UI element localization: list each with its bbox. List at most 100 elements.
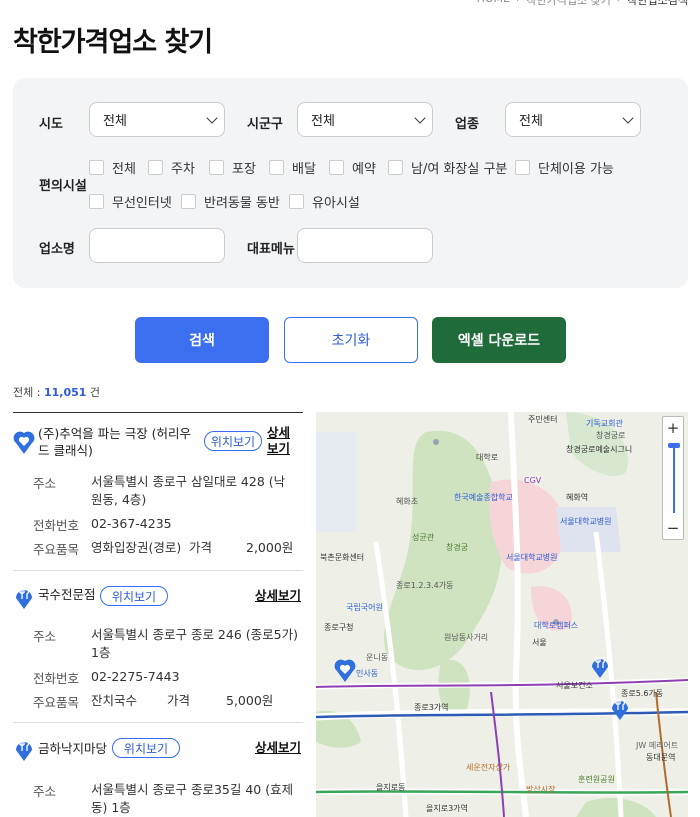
menu-input[interactable] <box>297 228 433 263</box>
map-label: 종로구청 <box>324 623 354 632</box>
map-label: 종로5.6가동 <box>621 689 664 698</box>
map-label: 원남동사거리 <box>444 633 489 642</box>
map-label: 을지로동 <box>376 783 406 792</box>
amenity-group-checkbox[interactable]: 단체이용 가능 <box>515 158 614 177</box>
map-label: 대학로 <box>476 453 499 462</box>
phone-value: 02-2275-7443 <box>91 669 180 684</box>
sigungu-label: 시군구 <box>247 117 283 132</box>
map-label: 북촌문화센터 <box>320 553 365 562</box>
item-value: 잔치국수 <box>91 693 138 708</box>
map-zoom-control: + − <box>662 416 684 540</box>
address-value: 서울특별시 종로구 삼일대로 428 (낙원동, 4층) <box>91 474 286 507</box>
address-label: 주소 <box>33 784 57 799</box>
price-value: 5,000원 <box>226 693 274 708</box>
amenity-all-checkbox[interactable]: 전체 <box>89 158 136 177</box>
price-label: 가격 <box>189 540 213 555</box>
address-label: 주소 <box>33 476 57 491</box>
filter-panel: 시도 전체 시군구 전체 업종 전체 편의시설 전체 주차 포장 배달 예약 남… <box>13 78 688 288</box>
map-label: 동대문역 <box>646 753 676 762</box>
sigungu-select[interactable]: 전체 <box>297 102 433 137</box>
category-label: 업종 <box>455 117 479 132</box>
category-select[interactable]: 전체 <box>505 102 641 137</box>
amenity-kids-checkbox[interactable]: 유아시설 <box>289 192 360 211</box>
amenity-restroom-checkbox[interactable]: 남/여 화장실 구분 <box>388 158 507 177</box>
phone-label: 전화번호 <box>33 671 80 686</box>
map-label: 종로1.2.3.4가동 <box>396 581 454 590</box>
map-label: 서울대학교병원 <box>506 553 558 562</box>
price-label: 가격 <box>167 693 191 708</box>
restaurant-pin-icon <box>16 739 32 761</box>
reset-button[interactable]: 초기화 <box>284 317 418 363</box>
map-label: 인사동 <box>356 669 379 678</box>
total-count: 전체 : 11,051 건 <box>13 386 101 399</box>
detail-link[interactable]: 상세보기 <box>255 740 301 756</box>
item-label: 주요품목 <box>33 542 80 557</box>
locate-button[interactable]: 위치보기 <box>100 586 168 606</box>
store-name: (주)추억을 파는 극장 (허리우드 클래식) <box>38 426 192 458</box>
list-item: 금하낙지마당 위치보기 상세보기 주소 서울특별시 종로구 종로35길 40 (… <box>13 723 303 817</box>
breadcrumb-home[interactable]: HOME <box>477 0 510 8</box>
list-item: (주)추억을 파는 극장 (허리우드 클래식) 위치보기 상세보기 주소 서울특… <box>13 413 303 571</box>
map-label: 창경궁로예술시그니 <box>566 445 633 454</box>
map-label: 성균관 <box>412 533 435 542</box>
price-value: 2,000원 <box>246 540 294 555</box>
detail-link[interactable]: 상세보기 <box>267 425 301 457</box>
item-value: 영화입장권(경로) <box>91 540 182 555</box>
map-view[interactable]: 주민센터 기독교회관 창경궁로 창경궁로예술시그니 대학로 CGV 혜화역 한국… <box>316 412 688 817</box>
zoom-slider[interactable] <box>663 439 683 517</box>
item-label: 주요품목 <box>33 695 80 710</box>
store-name-label: 업소명 <box>39 242 75 257</box>
map-label: 서울대학교병원 <box>560 517 612 526</box>
page-title: 착한가격업소 찾기 <box>13 27 213 58</box>
store-name-input[interactable] <box>89 228 225 263</box>
map-label: 한국예술종합학교 <box>454 493 513 502</box>
map-label: 대학로캠퍼스 <box>534 621 579 630</box>
amenity-parking-checkbox[interactable]: 주차 <box>148 158 195 177</box>
sido-select[interactable]: 전체 <box>89 102 225 137</box>
amenity-pet-checkbox[interactable]: 반려동물 동반 <box>181 192 280 211</box>
breadcrumb: HOME › 착한가격업소 찾기 › 착한업소검색 <box>477 0 688 8</box>
breadcrumb-current: 착한업소검색 <box>627 0 688 7</box>
list-item: 국수전문점 위치보기 상세보기 주소 서울특별시 종로구 종로 246 (종로5… <box>13 571 303 723</box>
locate-button[interactable]: 위치보기 <box>204 431 262 451</box>
amenities-label: 편의시설 <box>39 179 87 194</box>
address-value: 서울특별시 종로구 종로35길 40 (효제동) 1층 <box>91 782 294 815</box>
restaurant-pin-icon <box>16 587 32 609</box>
chevron-down-icon <box>622 112 634 124</box>
sido-label: 시도 <box>39 117 63 132</box>
amenity-wifi-checkbox[interactable]: 무선인터넷 <box>89 192 172 211</box>
heart-pin-icon <box>13 431 35 454</box>
search-button[interactable]: 검색 <box>135 317 269 363</box>
amenity-reservation-checkbox[interactable]: 예약 <box>329 158 376 177</box>
map-label: CGV <box>524 476 542 485</box>
map-label: 주민센터 <box>528 415 558 424</box>
map-label: JW 메리어트 <box>636 741 679 750</box>
address-label: 주소 <box>33 629 57 644</box>
detail-link[interactable]: 상세보기 <box>255 588 301 604</box>
zoom-in-button[interactable]: + <box>663 417 683 439</box>
map-label: 기독교회관 <box>586 419 623 428</box>
map-label: 창경궁 <box>446 543 469 552</box>
map-label: 세운전자상가 <box>466 763 511 772</box>
map-label: 서울보건소 <box>556 681 593 690</box>
amenity-takeout-checkbox[interactable]: 포장 <box>209 158 256 177</box>
menu-label: 대표메뉴 <box>247 242 295 257</box>
locate-button[interactable]: 위치보기 <box>112 738 180 758</box>
map-label: 방산시장 <box>526 785 556 794</box>
map-label: 창경궁로 <box>596 431 626 440</box>
amenity-delivery-checkbox[interactable]: 배달 <box>269 158 316 177</box>
breadcrumb-find[interactable]: 착한가격업소 찾기 <box>526 0 610 8</box>
map-label: 종로3가역 <box>414 703 449 712</box>
map-label: 혜화초 <box>396 497 419 506</box>
chevron-down-icon <box>206 112 218 124</box>
excel-download-button[interactable]: 엑셀 다운로드 <box>432 317 566 363</box>
map-label: 훈련원공원 <box>578 775 615 784</box>
map-label: 혜화역 <box>566 493 589 502</box>
store-name: 국수전문점 <box>38 587 96 602</box>
map-label: 운니동 <box>366 653 389 662</box>
map-label: 국립국어원 <box>346 603 383 612</box>
zoom-out-button[interactable]: − <box>663 517 683 539</box>
store-list: (주)추억을 파는 극장 (허리우드 클래식) 위치보기 상세보기 주소 서울특… <box>13 412 303 817</box>
map-label: 을지로3가역 <box>426 804 468 813</box>
map-canvas <box>316 412 688 817</box>
